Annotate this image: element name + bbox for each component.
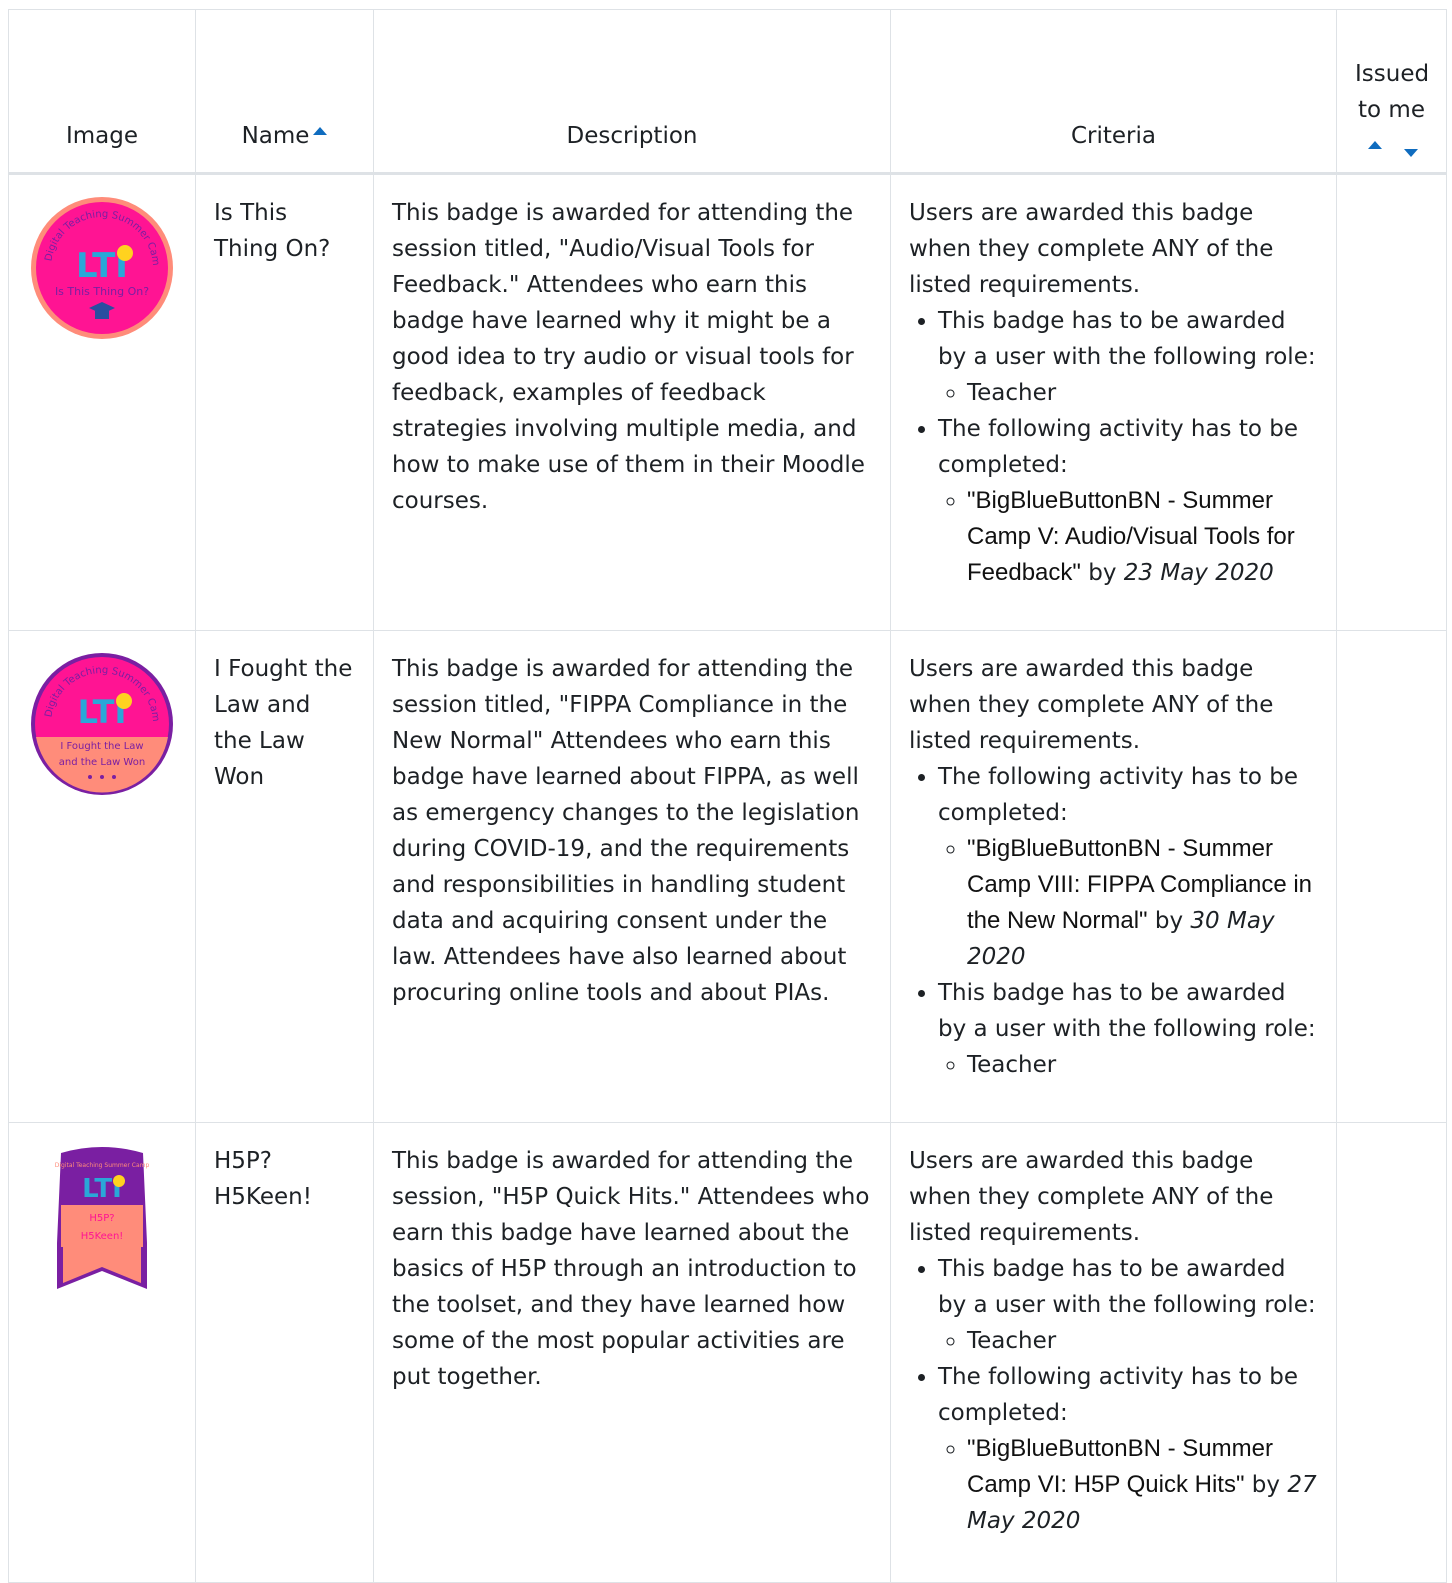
header-row: Image Name Description Criteria Issued t…	[8, 9, 1447, 175]
badge-criteria-cell: Users are awarded this badge when they c…	[890, 173, 1337, 631]
badge-image-cell: Digital Teaching Summer Camp LTI H5P? H5…	[8, 1122, 196, 1583]
header-image-label: Image	[65, 123, 139, 149]
badge-description-cell: This badge is awarded for attending the …	[373, 630, 891, 1123]
table-row: Digital Teaching Summer Camp LTI H5P? H5…	[8, 1122, 1447, 1583]
header-description: Description	[373, 9, 891, 175]
criteria-item: This badge has to be awarded by a user w…	[938, 1251, 1318, 1359]
criteria-item: The following activity has to be complet…	[938, 411, 1318, 591]
header-image: Image	[8, 9, 196, 175]
badge-arc-text: Digital Teaching Summer Camp	[55, 1162, 150, 1169]
badge-name-cell: H5P? H5Keen!	[195, 1122, 374, 1583]
sort-desc-icon[interactable]	[1403, 149, 1418, 157]
criteria-any: ANY	[1151, 236, 1199, 262]
badge-description-cell: This badge is awarded for attending the …	[373, 173, 891, 631]
criteria-item-text: This badge has to be awarded by a user w…	[938, 308, 1316, 370]
badge-criteria-cell: Users are awarded this badge when they c…	[890, 1122, 1337, 1583]
criteria-list: This badge has to be awarded by a user w…	[909, 1251, 1318, 1539]
header-description-label: Description	[566, 123, 698, 149]
badge-image-cell: Digital Teaching Summer Camp LTI I Fough…	[8, 630, 196, 1123]
badge-image-is-this-thing-on: Digital Teaching Summer Camp LTI Is This…	[29, 195, 173, 339]
badge-description: This badge is awarded for attending the …	[392, 200, 865, 514]
activity-by: by	[1080, 560, 1124, 586]
criteria-item-text: This badge has to be awarded by a user w…	[938, 980, 1316, 1042]
badge-issued-cell	[1336, 1122, 1447, 1583]
criteria-any: ANY	[1151, 1184, 1199, 1210]
criteria-role: Teacher	[967, 1328, 1057, 1354]
criteria-subitem: Teacher	[967, 375, 1318, 411]
criteria-subitem: "BigBlueButtonBN - Summer Camp VIII: FIP…	[967, 831, 1318, 975]
sort-asc-icon[interactable]	[1367, 141, 1382, 149]
criteria-list: This badge has to be awarded by a user w…	[909, 303, 1318, 591]
criteria-item: The following activity has to be complet…	[938, 759, 1318, 975]
header-issued-label-1: Issued	[1355, 61, 1430, 87]
badge-caption-text: H5Keen!	[81, 1231, 124, 1242]
activity-link[interactable]: "BigBlueButtonBN - Summer Camp VI: H5P Q…	[967, 1435, 1273, 1498]
header-name: Name	[195, 9, 374, 175]
criteria-item: This badge has to be awarded by a user w…	[938, 303, 1318, 411]
badge-image-i-fought-the-law: Digital Teaching Summer Camp LTI I Fough…	[29, 651, 173, 795]
header-criteria: Criteria	[890, 9, 1337, 175]
criteria-item-text: The following activity has to be complet…	[938, 416, 1299, 478]
criteria-item-text: The following activity has to be complet…	[938, 1364, 1299, 1426]
sort-by-name-link[interactable]: Name	[242, 123, 310, 149]
criteria-subitem: "BigBlueButtonBN - Summer Camp VI: H5P Q…	[967, 1431, 1318, 1539]
table-row: Digital Teaching Summer Camp LTI Is This…	[8, 173, 1447, 631]
criteria-subitem: Teacher	[967, 1323, 1318, 1359]
badge-issued-cell	[1336, 630, 1447, 1123]
badge-image-h5p-h5keen: Digital Teaching Summer Camp LTI H5P? H5…	[55, 1147, 150, 1289]
badge-caption-text: I Fought the Law	[60, 741, 143, 752]
badge-name: I Fought the Law and the Law Won	[214, 656, 353, 790]
criteria-role: Teacher	[967, 380, 1057, 406]
table-row: Digital Teaching Summer Camp LTI I Fough…	[8, 630, 1447, 1123]
badge-description-cell: This badge is awarded for attending the …	[373, 1122, 891, 1583]
criteria-subitem: Teacher	[967, 1047, 1318, 1083]
criteria-item: This badge has to be awarded by a user w…	[938, 975, 1318, 1083]
badge-criteria-cell: Users are awarded this badge when they c…	[890, 630, 1337, 1123]
criteria-item-text: The following activity has to be complet…	[938, 764, 1299, 826]
header-criteria-label: Criteria	[1070, 123, 1156, 149]
activity-by: by	[1147, 908, 1191, 934]
criteria-subitem: "BigBlueButtonBN - Summer Camp V: Audio/…	[967, 483, 1318, 591]
badges-table: Image Name Description Criteria Issued t…	[8, 9, 1447, 1583]
badge-issued-cell	[1336, 173, 1447, 631]
badge-caption-text: and the Law Won	[59, 757, 145, 768]
header-issued-to-me: Issued to me	[1336, 9, 1447, 175]
activity-by: by	[1244, 1472, 1288, 1498]
badge-caption-text: Is This Thing On?	[55, 285, 149, 298]
badge-caption-text: H5P?	[89, 1213, 114, 1224]
badge-name: H5P? H5Keen!	[214, 1148, 312, 1210]
criteria-item-text: This badge has to be awarded by a user w…	[938, 1256, 1316, 1318]
criteria-any: ANY	[1151, 692, 1199, 718]
activity-due-date: 23 May 2020	[1123, 560, 1274, 586]
badge-description: This badge is awarded for attending the …	[392, 656, 860, 1006]
badge-image-cell: Digital Teaching Summer Camp LTI Is This…	[8, 173, 196, 631]
badge-name: Is This Thing On?	[214, 200, 331, 262]
badge-description: This badge is awarded for attending the …	[392, 1148, 870, 1390]
badge-name-cell: I Fought the Law and the Law Won	[195, 630, 374, 1123]
criteria-item: The following activity has to be complet…	[938, 1359, 1318, 1539]
criteria-list: The following activity has to be complet…	[909, 759, 1318, 1083]
criteria-role: Teacher	[967, 1052, 1057, 1078]
sort-asc-icon[interactable]	[313, 127, 328, 135]
header-issued-label-2: to me	[1358, 97, 1425, 123]
badge-name-cell: Is This Thing On?	[195, 173, 374, 631]
